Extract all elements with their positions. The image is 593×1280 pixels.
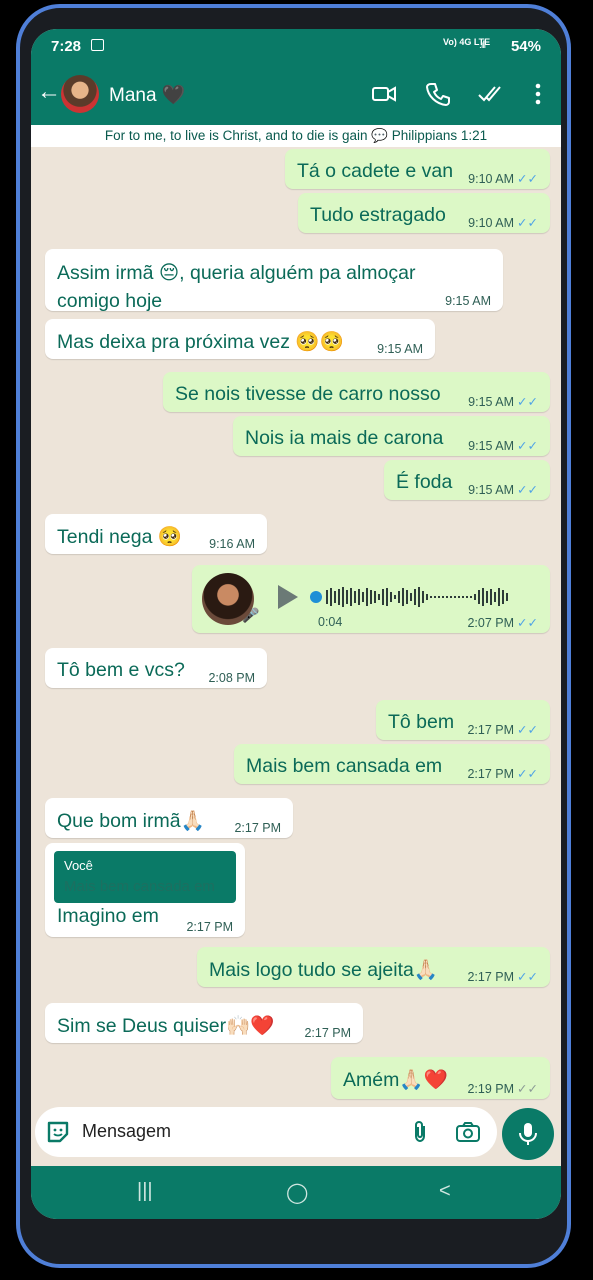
- message-text: Tô bem e vcs?: [57, 659, 185, 681]
- quoted-text: Mais bem cansada em: [64, 878, 215, 895]
- message-incoming[interactable]: Mas deixa pra próxima vez 🥺🥺 9:15 AM: [45, 319, 435, 359]
- read-ticks-icon: ✓✓: [517, 439, 538, 453]
- message-outgoing[interactable]: Tá o cadete e van 9:10 AM ✓✓: [285, 149, 550, 189]
- message-input[interactable]: Mensagem: [82, 1121, 171, 1142]
- screen: 7:28 Vo) 4G LTE .ıll 54% ← Mana 🖤 For to…: [31, 29, 561, 1219]
- message-text: Que bom irmã🙏🏻: [57, 810, 205, 832]
- read-ticks-icon: ✓✓: [517, 483, 538, 497]
- message-composer[interactable]: Mensagem: [35, 1107, 497, 1157]
- message-time: 9:15 AM: [445, 294, 491, 308]
- quoted-sender: Você: [64, 858, 93, 873]
- message-outgoing[interactable]: Nois ia mais de carona 9:15 AM ✓✓: [233, 416, 550, 456]
- message-text: Imagino em: [57, 905, 159, 927]
- camera-icon[interactable]: [455, 1119, 481, 1145]
- delivered-ticks-icon: ✓✓: [517, 1082, 538, 1096]
- video-call-icon[interactable]: [371, 81, 397, 107]
- message-time: 9:10 AM ✓✓: [468, 216, 538, 230]
- back-arrow-icon[interactable]: ←: [37, 80, 61, 104]
- message-text: Se nois tivesse de carro nosso: [175, 383, 441, 405]
- message-incoming[interactable]: Tô bem e vcs? 2:08 PM: [45, 648, 267, 688]
- phone-icon[interactable]: [425, 81, 451, 107]
- message-incoming-reply[interactable]: Você Mais bem cansada em Imagino em 2:17…: [45, 843, 245, 937]
- message-time: 2:07 PM ✓✓: [467, 616, 538, 630]
- more-vert-icon[interactable]: [525, 81, 551, 107]
- message-incoming[interactable]: Sim se Deus quiser🙌🏻❤️ 2:17 PM: [45, 1003, 363, 1043]
- message-outgoing[interactable]: Mais bem cansada em 2:17 PM ✓✓: [234, 744, 550, 784]
- message-text: Tá o cadete e van: [297, 160, 454, 182]
- message-text: Amém🙏🏻❤️: [343, 1069, 448, 1091]
- message-text: Tendi nega 🥺: [57, 526, 183, 548]
- play-icon[interactable]: [278, 585, 298, 609]
- message-text: Mas deixa pra próxima vez 🥺🥺: [57, 331, 344, 353]
- mic-badge-icon: 🎤: [242, 607, 260, 623]
- system-nav-bar: ||| ◯ <: [31, 1166, 561, 1219]
- message-text: Assim irmã 😔, queria alguém pa almoçar c…: [57, 262, 416, 312]
- mic-icon: [519, 1123, 537, 1145]
- message-time: 2:17 PM ✓✓: [467, 970, 538, 984]
- message-time: 2:17 PM: [234, 821, 281, 835]
- message-outgoing[interactable]: Tudo estragado 9:10 AM ✓✓: [298, 193, 550, 233]
- read-ticks-icon: ✓✓: [517, 172, 538, 186]
- message-time: 2:17 PM ✓✓: [467, 723, 538, 737]
- message-text: É foda: [396, 471, 453, 493]
- contact-name[interactable]: Mana 🖤: [109, 83, 185, 107]
- signal-icon: .ıll: [479, 40, 486, 51]
- message-outgoing[interactable]: Amém🙏🏻❤️ 2:19 PM ✓✓: [331, 1057, 550, 1099]
- mic-button[interactable]: [502, 1108, 554, 1160]
- message-time: 9:16 AM: [209, 537, 255, 551]
- home-button[interactable]: ◯: [286, 1180, 308, 1205]
- message-incoming[interactable]: Tendi nega 🥺 9:16 AM: [45, 514, 267, 554]
- voice-waveform[interactable]: [310, 585, 530, 609]
- contact-avatar[interactable]: [61, 75, 99, 113]
- message-text: Tudo estragado: [310, 204, 446, 226]
- read-ticks-icon: ✓✓: [517, 970, 538, 984]
- message-time: 2:08 PM: [208, 671, 255, 685]
- recents-button[interactable]: |||: [137, 1180, 153, 1203]
- voice-message[interactable]: 🎤 0:04 2:07 PM ✓✓: [192, 565, 550, 633]
- read-ticks-icon: ✓✓: [517, 767, 538, 781]
- message-time: 9:10 AM ✓✓: [468, 172, 538, 186]
- message-time: 2:17 PM: [186, 920, 233, 934]
- message-outgoing[interactable]: É foda 9:15 AM ✓✓: [384, 460, 550, 500]
- message-time: 9:15 AM ✓✓: [468, 483, 538, 497]
- nav-back-button[interactable]: <: [439, 1180, 451, 1203]
- message-time: 9:15 AM ✓✓: [468, 439, 538, 453]
- message-text: Sim se Deus quiser🙌🏻❤️: [57, 1015, 275, 1037]
- voice-duration: 0:04: [318, 615, 343, 629]
- message-time: 2:17 PM ✓✓: [467, 767, 538, 781]
- message-time: 2:17 PM: [304, 1026, 351, 1040]
- battery-level: 54%: [510, 38, 541, 55]
- read-ticks-icon: ✓✓: [517, 395, 538, 409]
- message-text: Mais bem cansada em: [246, 755, 443, 777]
- gallery-notification-icon: [91, 39, 104, 51]
- sticker-icon[interactable]: [45, 1119, 71, 1145]
- message-outgoing[interactable]: Mais logo tudo se ajeita🙏🏻 2:17 PM ✓✓: [197, 947, 550, 987]
- status-time: 7:28: [51, 38, 82, 55]
- message-list[interactable]: Tá o cadete e van 9:10 AM ✓✓ Tudo estraga…: [31, 147, 561, 1147]
- message-time: 9:15 AM: [377, 342, 423, 356]
- message-text: Nois ia mais de carona: [245, 427, 444, 449]
- message-incoming[interactable]: Que bom irmã🙏🏻 2:17 PM: [45, 798, 293, 838]
- message-outgoing[interactable]: Tô bem 2:17 PM ✓✓: [376, 700, 550, 740]
- read-ticks-icon: ✓✓: [517, 616, 538, 630]
- message-time: 2:19 PM ✓✓: [467, 1082, 538, 1096]
- message-time: 9:15 AM ✓✓: [468, 395, 538, 409]
- read-ticks-icon: ✓✓: [517, 216, 538, 230]
- message-text: Mais logo tudo se ajeita🙏🏻: [209, 959, 439, 981]
- chat-header: ← Mana 🖤: [31, 63, 561, 125]
- double-check-icon[interactable]: [477, 81, 503, 107]
- read-ticks-icon: ✓✓: [517, 723, 538, 737]
- message-outgoing[interactable]: Se nois tivesse de carro nosso 9:15 AM ✓✓: [163, 372, 550, 412]
- attach-icon[interactable]: [407, 1119, 433, 1145]
- status-bar: 7:28 Vo) 4G LTE .ıll 54%: [31, 29, 561, 63]
- pinned-banner[interactable]: For to me, to live is Christ, and to die…: [31, 125, 561, 147]
- message-text: Tô bem: [388, 711, 455, 733]
- message-incoming[interactable]: Assim irmã 😔, queria alguém pa almoçar c…: [45, 249, 503, 312]
- quoted-message[interactable]: Você Mais bem cansada em: [54, 851, 236, 903]
